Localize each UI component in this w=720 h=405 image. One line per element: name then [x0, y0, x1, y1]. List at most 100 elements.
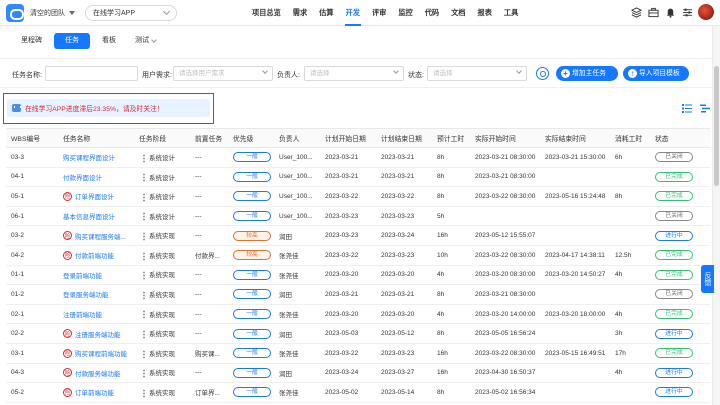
team-switcher[interactable]: 清空的团队	[30, 8, 75, 18]
task-name-link[interactable]: 基本信息界面设计	[63, 211, 115, 221]
task-name-link[interactable]: 登录前端功能	[63, 270, 102, 280]
user-avatar[interactable]	[698, 4, 714, 20]
more-vertical-icon[interactable]	[143, 212, 145, 222]
more-vertical-icon[interactable]	[143, 232, 145, 242]
task-name-cell[interactable]: 基本信息界面设计	[58, 206, 134, 227]
nav-item[interactable]: 代码	[419, 0, 445, 26]
more-vertical-icon[interactable]	[143, 153, 145, 163]
task-name-link[interactable]: 购买课程服务端...	[75, 231, 126, 241]
task-name-cell[interactable]: 注册前端功能	[58, 304, 134, 325]
more-vertical-icon[interactable]	[143, 388, 145, 398]
status-badge[interactable]: 进行中	[655, 387, 693, 398]
task-name-cell[interactable]: 险购买课程服务端...	[58, 225, 134, 246]
gantt-view-icon[interactable]	[700, 104, 710, 115]
task-name-cell[interactable]: 险订单界面设计	[58, 186, 134, 207]
task-name-link[interactable]: 付款界面设计	[63, 172, 102, 182]
status-badge[interactable]: 进行中	[655, 328, 693, 339]
table-row[interactable]: 01-2 登录服务端功能 系统实现 --- 一般 润田 2023-03-21 2023-03-…	[6, 284, 710, 305]
nav-item[interactable]: 监控	[392, 0, 418, 26]
status-badge[interactable]: 已完成	[655, 171, 693, 182]
task-name-link[interactable]: 付款前端功能	[75, 250, 114, 260]
task-name-link[interactable]: 登录服务端功能	[63, 289, 109, 299]
more-vertical-icon[interactable]	[143, 251, 145, 261]
task-name-link[interactable]: 注册服务端功能	[75, 329, 121, 339]
table-row[interactable]: 05-1 险订单界面设计 系统设计 --- 一般 User_100... 2023-03-2…	[6, 186, 710, 207]
table-row[interactable]: 05-2 险订单前端功能 系统实现 订单界... 一般 张尧佳 2023-05-02 2023…	[6, 382, 710, 403]
nav-item[interactable]: 评审	[366, 0, 392, 26]
list-view-icon[interactable]	[682, 104, 692, 115]
nav-item[interactable]: 需求	[287, 0, 313, 26]
bell-icon[interactable]	[664, 6, 676, 18]
task-name-cell[interactable]: 险付款前端功能	[58, 245, 134, 266]
more-vertical-icon[interactable]	[143, 271, 145, 281]
nav-item[interactable]: 工具	[498, 0, 524, 26]
task-name-cell[interactable]: 购买课程界面设计	[58, 147, 134, 168]
task-name-cell[interactable]: 险购买课程前端功能	[58, 343, 134, 364]
status-badge[interactable]: 已完成	[655, 269, 693, 280]
task-name-link[interactable]: 订单前端功能	[75, 387, 114, 397]
priority-badge: 较高	[233, 230, 271, 241]
feedback-tab[interactable]: 反馈	[701, 265, 714, 293]
table-row[interactable]: 03-3 购买课程界面设计 系统设计 --- 一般 User_100... 2023-03-…	[6, 147, 710, 168]
task-name-cell[interactable]: 登录服务端功能	[58, 284, 134, 305]
task-name-cell[interactable]: 险注册服务端功能	[58, 323, 134, 344]
sliders-icon[interactable]	[681, 6, 693, 18]
task-name-cell[interactable]: 险付款服务端功能	[58, 363, 134, 384]
user-req-select[interactable]: 请选择用户需求	[173, 66, 273, 81]
status-badge[interactable]: 已完成	[655, 191, 693, 202]
table-row[interactable]: 03-2 险购买课程服务端... 系统实现 --- 较高 润田 2023-03-23 2023…	[6, 225, 710, 246]
scroll-thumb[interactable]	[714, 66, 719, 186]
nav-item[interactable]: 估算	[313, 0, 339, 26]
task-name-link[interactable]: 订单界面设计	[75, 191, 114, 201]
task-name-cell[interactable]: 登录前端功能	[58, 265, 134, 286]
tab-kanban[interactable]: 看板	[95, 33, 123, 49]
table-row[interactable]: 04-3 险付款服务端功能 系统实现 --- 一般 润田 2023-03-24 2023-03…	[6, 363, 710, 384]
table-row[interactable]: 02-2 险注册服务端功能 系统实现 --- 一般 润田 2023-05-03 2023-05…	[6, 323, 710, 344]
table-row[interactable]: 04-1 付款界面设计 系统设计 --- 一般 User_100... 2023-03-21…	[6, 167, 710, 188]
more-vertical-icon[interactable]	[143, 173, 145, 183]
nav-item[interactable]: 开发	[340, 0, 366, 26]
table-row[interactable]: 02-1 注册前端功能 系统实现 --- 一般 张尧佳 2023-03-20 2023-03-…	[6, 304, 710, 325]
more-vertical-icon[interactable]	[143, 349, 145, 359]
status-badge[interactable]: 已关闭	[655, 211, 693, 222]
status-select[interactable]: 请选择	[427, 66, 527, 81]
more-vertical-icon[interactable]	[143, 330, 145, 340]
more-vertical-icon[interactable]	[143, 192, 145, 202]
more-vertical-icon[interactable]	[143, 369, 145, 379]
status-badge[interactable]: 进行中	[655, 230, 693, 241]
status-badge[interactable]: 已完成	[655, 309, 693, 320]
tab-milestone[interactable]: 里程碑	[14, 33, 49, 49]
nav-item[interactable]: 项目总览	[246, 0, 287, 26]
briefcase-icon[interactable]	[647, 6, 659, 18]
status-badge[interactable]: 已完成	[655, 250, 693, 261]
table-row[interactable]: 03-1 险购买课程前端功能 系统实现 购买课... 一般 张尧佳 2023-03-22 20…	[6, 343, 710, 364]
status-badge[interactable]: 已关闭	[655, 289, 693, 300]
task-name-link[interactable]: 购买课程前端功能	[75, 348, 127, 358]
status-badge[interactable]: 进行中	[655, 367, 693, 378]
search-button[interactable]	[536, 67, 549, 80]
task-name-cell[interactable]: 付款界面设计	[58, 167, 134, 188]
app-logo-icon[interactable]	[6, 3, 24, 22]
add-main-task-button[interactable]: + 增加主任务	[556, 66, 618, 81]
more-vertical-icon[interactable]	[143, 290, 145, 300]
table-row[interactable]: 06-1 基本信息界面设计 系统设计 --- 一般 User_100... 2023-03-…	[6, 206, 710, 227]
task-name-link[interactable]: 注册前端功能	[63, 309, 102, 319]
status-badge[interactable]: 已完成	[655, 348, 693, 359]
table-row[interactable]: 01-1 登录前端功能 系统实现 --- 一般 张尧佳 2023-03-20 2023-03-…	[6, 265, 710, 286]
tab-test[interactable]: 测试	[128, 33, 163, 49]
vertical-scrollbar[interactable]	[712, 26, 720, 405]
task-name-input[interactable]	[45, 66, 138, 81]
nav-item[interactable]: 文档	[445, 0, 471, 26]
task-name-link[interactable]: 购买课程界面设计	[63, 152, 115, 162]
task-name-link[interactable]: 付款服务端功能	[75, 368, 121, 378]
project-select[interactable]: 在线学习APP	[85, 4, 177, 21]
nav-item[interactable]: 报表	[472, 0, 498, 26]
import-template-button[interactable]: ↑ 导入项目模板	[623, 66, 689, 81]
layers-icon[interactable]	[630, 6, 642, 18]
status-badge[interactable]: 已关闭	[655, 152, 693, 163]
task-name-cell[interactable]: 险订单前端功能	[58, 382, 134, 403]
owner-select[interactable]: 请选择	[304, 66, 404, 81]
table-row[interactable]: 04-2 险付款前端功能 系统实现 付款界... 较高 张尧佳 2023-03-22 2023…	[6, 245, 710, 266]
more-vertical-icon[interactable]	[143, 310, 145, 320]
tab-task[interactable]: 任务	[54, 33, 90, 49]
